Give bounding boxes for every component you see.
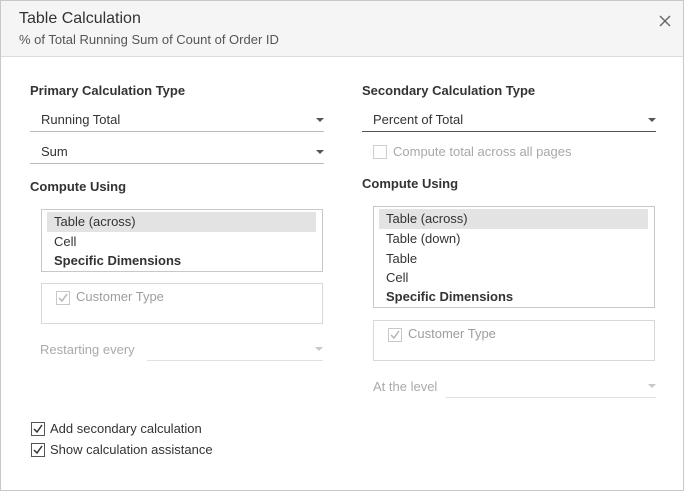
table-calculation-dialog: Table Calculation % of Total Running Sum… bbox=[0, 0, 684, 491]
primary-aggregation-value: Sum bbox=[41, 144, 68, 159]
chevron-down-icon bbox=[315, 347, 323, 351]
dialog-title: Table Calculation bbox=[19, 10, 141, 27]
restarting-every-label: Restarting every bbox=[40, 342, 135, 357]
check-icon bbox=[58, 293, 68, 303]
show-assistance-label[interactable]: Show calculation assistance bbox=[50, 442, 213, 457]
primary-aggregation-dropdown[interactable]: Sum bbox=[30, 140, 324, 164]
list-item[interactable]: Specific Dimensions bbox=[47, 251, 316, 271]
list-item[interactable]: Specific Dimensions bbox=[379, 287, 648, 307]
restarting-every-dropdown bbox=[147, 337, 323, 361]
secondary-type-dropdown[interactable]: Percent of Total bbox=[362, 108, 656, 132]
check-icon bbox=[33, 445, 43, 455]
list-item[interactable]: Cell bbox=[379, 268, 648, 288]
close-icon[interactable] bbox=[655, 11, 675, 31]
secondary-type-value: Percent of Total bbox=[373, 112, 464, 127]
at-the-level-dropdown bbox=[446, 374, 656, 398]
primary-dimensions-box: Customer Type bbox=[41, 283, 323, 324]
list-item[interactable]: Table (across) bbox=[379, 209, 648, 229]
customer-type-label: Customer Type bbox=[408, 326, 496, 341]
compute-total-checkbox bbox=[373, 145, 387, 159]
secondary-dimensions-box: Customer Type bbox=[373, 320, 655, 361]
primary-type-dropdown[interactable]: Running Total bbox=[30, 108, 324, 132]
compute-total-label: Compute total across all pages bbox=[393, 144, 572, 159]
add-secondary-label[interactable]: Add secondary calculation bbox=[50, 421, 202, 436]
check-icon bbox=[390, 330, 400, 340]
add-secondary-checkbox[interactable] bbox=[31, 422, 45, 436]
dialog-header: Table Calculation % of Total Running Sum… bbox=[1, 1, 683, 57]
customer-type-checkbox bbox=[388, 328, 402, 342]
check-icon bbox=[33, 424, 43, 434]
primary-compute-using-heading: Compute Using bbox=[30, 179, 127, 194]
show-assistance-checkbox[interactable] bbox=[31, 443, 45, 457]
chevron-down-icon bbox=[316, 150, 324, 154]
chevron-down-icon bbox=[648, 384, 656, 388]
primary-calculation-heading: Primary Calculation Type bbox=[30, 83, 186, 98]
primary-compute-using-list[interactable]: Table (across) Cell Specific Dimensions bbox=[41, 209, 323, 272]
customer-type-checkbox bbox=[56, 291, 70, 305]
at-the-level-label: At the level bbox=[373, 379, 438, 394]
list-item[interactable]: Table (down) bbox=[379, 229, 648, 249]
list-item[interactable]: Table bbox=[379, 249, 648, 269]
chevron-down-icon bbox=[648, 118, 656, 122]
secondary-compute-using-list[interactable]: Table (across) Table (down) Table Cell S… bbox=[373, 206, 655, 308]
secondary-calculation-heading: Secondary Calculation Type bbox=[362, 83, 536, 98]
customer-type-label: Customer Type bbox=[76, 289, 164, 304]
chevron-down-icon bbox=[316, 118, 324, 122]
list-item[interactable]: Cell bbox=[47, 232, 316, 252]
primary-type-value: Running Total bbox=[41, 112, 121, 127]
secondary-compute-using-heading: Compute Using bbox=[362, 176, 459, 191]
list-item[interactable]: Table (across) bbox=[47, 212, 316, 232]
dialog-subtitle: % of Total Running Sum of Count of Order… bbox=[19, 32, 279, 47]
